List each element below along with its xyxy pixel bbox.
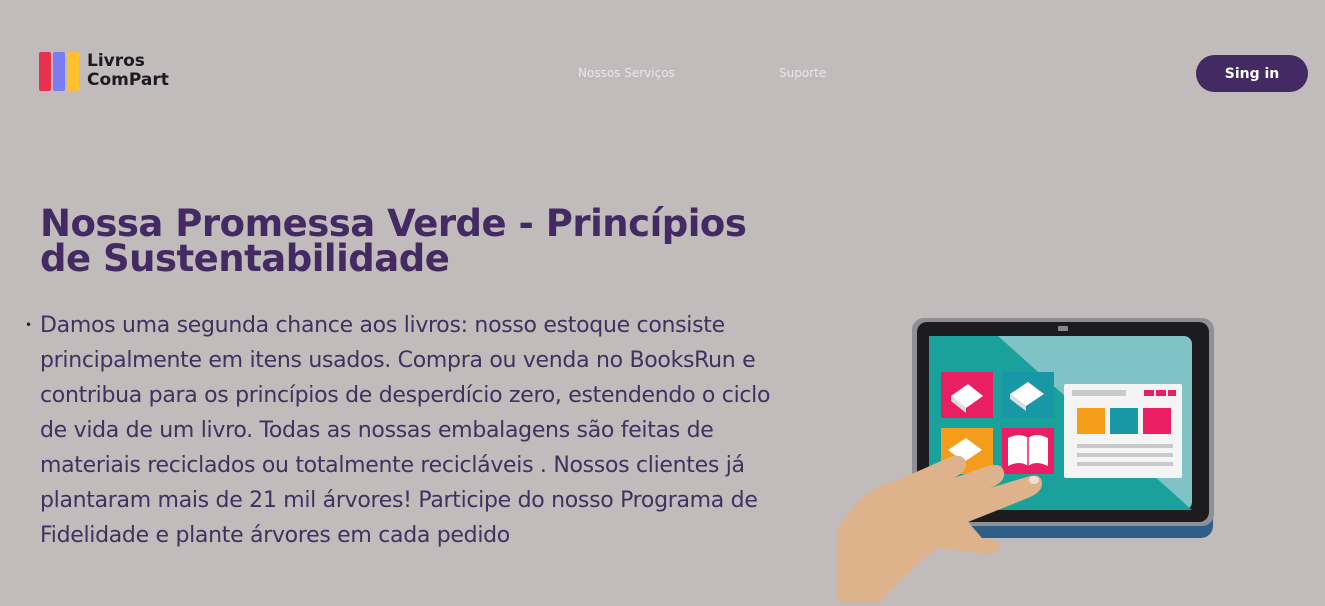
- page-title: Nossa Promessa Verde - Princípios de Sus…: [40, 202, 747, 280]
- nav-link-services[interactable]: Nossos Serviços: [578, 66, 675, 80]
- sustainability-paragraph: Damos uma segunda chance aos livros: nos…: [40, 313, 771, 548]
- signin-button[interactable]: Sing in: [1196, 55, 1308, 92]
- sustainability-list: • Damos uma segunda chance aos livros: n…: [25, 308, 780, 553]
- brand-name: Livros ComPart: [87, 52, 169, 90]
- books-logo-icon: [39, 51, 81, 91]
- bullet-icon: •: [25, 318, 32, 332]
- brand-name-line2: ComPart: [87, 70, 169, 90]
- brand-name-line1: Livros: [87, 51, 145, 71]
- brand-logo[interactable]: Livros ComPart: [39, 50, 169, 92]
- list-item: • Damos uma segunda chance aos livros: n…: [25, 308, 780, 553]
- tablet-bookstore-illustration: [838, 312, 1228, 602]
- nav-link-support[interactable]: Suporte: [779, 66, 826, 80]
